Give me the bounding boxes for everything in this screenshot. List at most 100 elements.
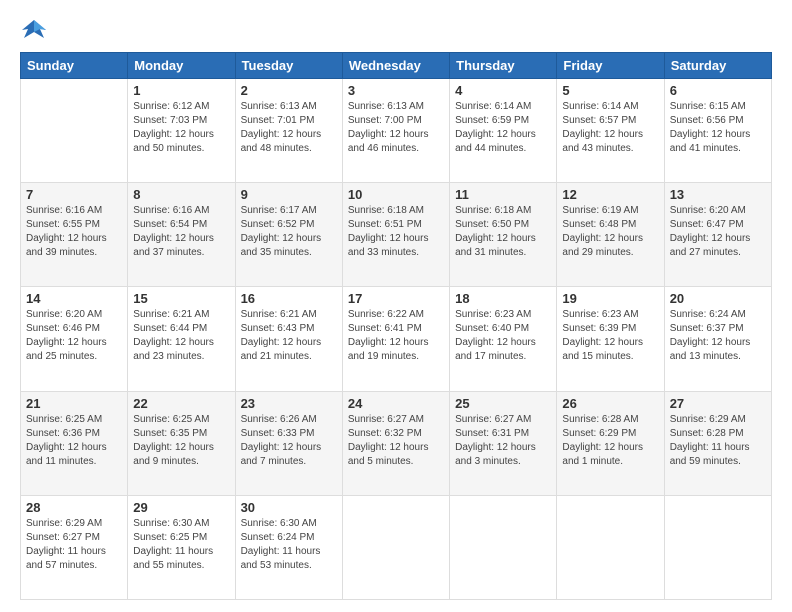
day-number: 16 — [241, 291, 337, 306]
calendar-cell: 2Sunrise: 6:13 AM Sunset: 7:01 PM Daylig… — [235, 79, 342, 183]
calendar-cell: 14 Sunrise: 6:20 AM Sunset: 6:46 PM Dayli… — [21, 287, 128, 391]
day-info: Sunrise: 6:13 AM Sunset: 7:00 PM Dayligh… — [348, 100, 444, 156]
day-number: 8 — [133, 187, 229, 202]
day-info: Sunrise: 6:25 AM Sunset: 6:36 PM Dayligh… — [26, 413, 122, 469]
calendar-cell: 8Sunrise: 6:16 AM Sunset: 6:54 PM Daylig… — [128, 183, 235, 287]
calendar-cell — [21, 79, 128, 183]
day-number: 2 — [241, 83, 337, 98]
day-number: 7 — [26, 187, 122, 202]
logo — [20, 16, 52, 44]
day-info: Sunrise: 6:17 AM Sunset: 6:52 PM Dayligh… — [241, 204, 337, 260]
day-info: Sunrise: 6:19 AM Sunset: 6:48 PM Dayligh… — [562, 204, 658, 260]
calendar-cell — [664, 495, 771, 599]
calendar-header-row: SundayMondayTuesdayWednesdayThursdayFrid… — [21, 53, 772, 79]
day-number: 5 — [562, 83, 658, 98]
logo-icon — [20, 16, 48, 44]
calendar-cell: 18 Sunrise: 6:23 AM Sunset: 6:40 PM Dayli… — [450, 287, 557, 391]
day-info: Sunrise: 6:18 AM Sunset: 6:51 PM Dayligh… — [348, 204, 444, 260]
calendar-day-header: Wednesday — [342, 53, 449, 79]
day-info: Sunrise: 6:21 AM Sunset: 6:44 PM Dayligh… — [133, 308, 229, 364]
calendar-day-header: Monday — [128, 53, 235, 79]
day-info: Sunrise: 6:30 AM Sunset: 6:25 PM Dayligh… — [133, 517, 229, 573]
day-info: Sunrise: 6:29 AM Sunset: 6:28 PM Dayligh… — [670, 413, 766, 469]
calendar-day-header: Sunday — [21, 53, 128, 79]
calendar-table: SundayMondayTuesdayWednesdayThursdayFrid… — [20, 52, 772, 600]
page: SundayMondayTuesdayWednesdayThursdayFrid… — [0, 0, 792, 612]
calendar-cell — [342, 495, 449, 599]
day-number: 30 — [241, 500, 337, 515]
calendar-cell: 16 Sunrise: 6:21 AM Sunset: 6:43 PM Dayli… — [235, 287, 342, 391]
day-info: Sunrise: 6:18 AM Sunset: 6:50 PM Dayligh… — [455, 204, 551, 260]
day-info: Sunrise: 6:21 AM Sunset: 6:43 PM Dayligh… — [241, 308, 337, 364]
day-number: 21 — [26, 396, 122, 411]
day-info: Sunrise: 6:20 AM Sunset: 6:47 PM Dayligh… — [670, 204, 766, 260]
calendar-cell: 3 Sunrise: 6:13 AM Sunset: 7:00 PM Daylig… — [342, 79, 449, 183]
day-number: 18 — [455, 291, 551, 306]
calendar-cell: 23 Sunrise: 6:26 AM Sunset: 6:33 PM Dayli… — [235, 391, 342, 495]
header — [20, 16, 772, 44]
day-number: 25 — [455, 396, 551, 411]
day-number: 26 — [562, 396, 658, 411]
calendar-cell: 13 Sunrise: 6:20 AM Sunset: 6:47 PM Dayli… — [664, 183, 771, 287]
day-number: 12 — [562, 187, 658, 202]
calendar-week-row: 1 Sunrise: 6:12 AM Sunset: 7:03 PM Daylig… — [21, 79, 772, 183]
day-info: Sunrise: 6:28 AM Sunset: 6:29 PM Dayligh… — [562, 413, 658, 469]
calendar-cell: 19 Sunrise: 6:23 AM Sunset: 6:39 PM Dayli… — [557, 287, 664, 391]
day-number: 27 — [670, 396, 766, 411]
day-info: Sunrise: 6:23 AM Sunset: 6:39 PM Dayligh… — [562, 308, 658, 364]
calendar-cell: 24Sunrise: 6:27 AM Sunset: 6:32 PM Dayli… — [342, 391, 449, 495]
calendar-cell: 10 Sunrise: 6:18 AM Sunset: 6:51 PM Dayli… — [342, 183, 449, 287]
calendar-cell: 1 Sunrise: 6:12 AM Sunset: 7:03 PM Daylig… — [128, 79, 235, 183]
calendar-cell: 20 Sunrise: 6:24 AM Sunset: 6:37 PM Dayli… — [664, 287, 771, 391]
day-info: Sunrise: 6:29 AM Sunset: 6:27 PM Dayligh… — [26, 517, 122, 573]
calendar-cell: 12 Sunrise: 6:19 AM Sunset: 6:48 PM Dayli… — [557, 183, 664, 287]
day-number: 13 — [670, 187, 766, 202]
calendar-cell: 22 Sunrise: 6:25 AM Sunset: 6:35 PM Dayli… — [128, 391, 235, 495]
day-info: Sunrise: 6:23 AM Sunset: 6:40 PM Dayligh… — [455, 308, 551, 364]
calendar-cell: 11 Sunrise: 6:18 AM Sunset: 6:50 PM Dayli… — [450, 183, 557, 287]
day-number: 10 — [348, 187, 444, 202]
calendar-cell — [557, 495, 664, 599]
day-info: Sunrise: 6:26 AM Sunset: 6:33 PM Dayligh… — [241, 413, 337, 469]
calendar-cell: 26 Sunrise: 6:28 AM Sunset: 6:29 PM Dayli… — [557, 391, 664, 495]
day-number: 23 — [241, 396, 337, 411]
day-number: 11 — [455, 187, 551, 202]
calendar-cell: 25 Sunrise: 6:27 AM Sunset: 6:31 PM Dayli… — [450, 391, 557, 495]
day-info: Sunrise: 6:27 AM Sunset: 6:31 PM Dayligh… — [455, 413, 551, 469]
day-info: Sunrise: 6:22 AM Sunset: 6:41 PM Dayligh… — [348, 308, 444, 364]
calendar-day-header: Friday — [557, 53, 664, 79]
day-number: 6 — [670, 83, 766, 98]
calendar-cell: 27 Sunrise: 6:29 AM Sunset: 6:28 PM Dayli… — [664, 391, 771, 495]
day-number: 28 — [26, 500, 122, 515]
calendar-day-header: Thursday — [450, 53, 557, 79]
calendar-cell: 4Sunrise: 6:14 AM Sunset: 6:59 PM Daylig… — [450, 79, 557, 183]
day-number: 22 — [133, 396, 229, 411]
calendar-week-row: 21 Sunrise: 6:25 AM Sunset: 6:36 PM Dayli… — [21, 391, 772, 495]
calendar-cell: 29 Sunrise: 6:30 AM Sunset: 6:25 PM Dayli… — [128, 495, 235, 599]
day-info: Sunrise: 6:12 AM Sunset: 7:03 PM Dayligh… — [133, 100, 229, 156]
day-info: Sunrise: 6:27 AM Sunset: 6:32 PM Dayligh… — [348, 413, 444, 469]
calendar-cell: 9Sunrise: 6:17 AM Sunset: 6:52 PM Daylig… — [235, 183, 342, 287]
day-info: Sunrise: 6:20 AM Sunset: 6:46 PM Dayligh… — [26, 308, 122, 364]
calendar-day-header: Tuesday — [235, 53, 342, 79]
day-info: Sunrise: 6:25 AM Sunset: 6:35 PM Dayligh… — [133, 413, 229, 469]
day-info: Sunrise: 6:24 AM Sunset: 6:37 PM Dayligh… — [670, 308, 766, 364]
calendar-cell: 21 Sunrise: 6:25 AM Sunset: 6:36 PM Dayli… — [21, 391, 128, 495]
calendar-cell: 7Sunrise: 6:16 AM Sunset: 6:55 PM Daylig… — [21, 183, 128, 287]
calendar-cell: 30 Sunrise: 6:30 AM Sunset: 6:24 PM Dayli… — [235, 495, 342, 599]
day-number: 14 — [26, 291, 122, 306]
day-number: 19 — [562, 291, 658, 306]
calendar-cell: 6Sunrise: 6:15 AM Sunset: 6:56 PM Daylig… — [664, 79, 771, 183]
day-number: 29 — [133, 500, 229, 515]
calendar-cell: 17Sunrise: 6:22 AM Sunset: 6:41 PM Dayli… — [342, 287, 449, 391]
day-number: 20 — [670, 291, 766, 306]
day-number: 3 — [348, 83, 444, 98]
calendar-cell: 15Sunrise: 6:21 AM Sunset: 6:44 PM Dayli… — [128, 287, 235, 391]
calendar-cell: 28 Sunrise: 6:29 AM Sunset: 6:27 PM Dayli… — [21, 495, 128, 599]
day-number: 1 — [133, 83, 229, 98]
calendar-week-row: 14 Sunrise: 6:20 AM Sunset: 6:46 PM Dayli… — [21, 287, 772, 391]
calendar-day-header: Saturday — [664, 53, 771, 79]
day-info: Sunrise: 6:30 AM Sunset: 6:24 PM Dayligh… — [241, 517, 337, 573]
calendar-cell: 5Sunrise: 6:14 AM Sunset: 6:57 PM Daylig… — [557, 79, 664, 183]
calendar-week-row: 28 Sunrise: 6:29 AM Sunset: 6:27 PM Dayli… — [21, 495, 772, 599]
